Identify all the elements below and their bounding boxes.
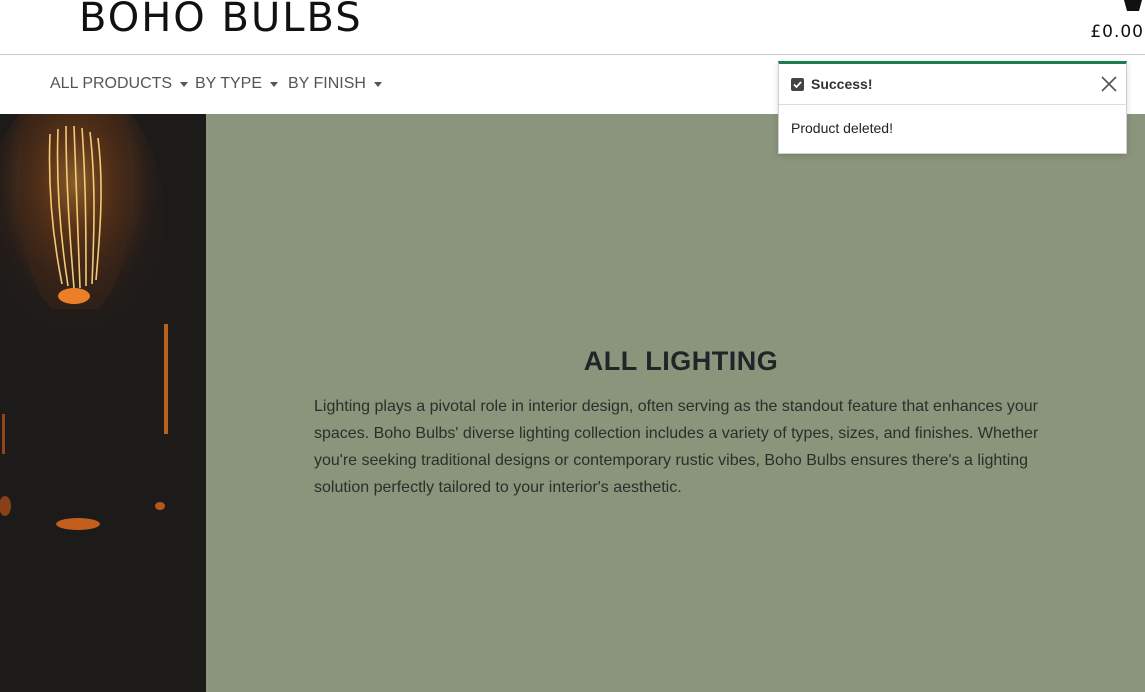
nav-by-finish-label: BY FINISH (288, 75, 366, 92)
caret-down-icon (180, 81, 189, 87)
nav-all-products[interactable]: ALL PRODUCTS (50, 75, 189, 93)
toast-header: Success! (779, 64, 1126, 105)
check-square-icon (791, 78, 804, 91)
hero-bulb-image (0, 114, 206, 692)
nav-by-finish[interactable]: BY FINISH (288, 75, 382, 93)
cart-link[interactable]: £0.00 (1085, 0, 1145, 50)
toast-message: Product deleted! (791, 120, 893, 136)
nav-all-products-label: ALL PRODUCTS (50, 75, 173, 92)
hero-section: ALL LIGHTING Lighting plays a pivotal ro… (206, 114, 1145, 692)
caret-down-icon (270, 81, 278, 87)
close-icon[interactable] (1100, 75, 1118, 93)
toast-title: Success! (811, 76, 873, 92)
success-toast: Success! Product deleted! (778, 61, 1127, 154)
edison-bulb-illustration (0, 114, 206, 692)
cart-total: £0.00 (1090, 22, 1144, 42)
hero-description: Lighting plays a pivotal role in interio… (314, 398, 1039, 496)
basket-icon (1124, 0, 1142, 11)
nav-by-type[interactable]: BY TYPE (195, 75, 278, 93)
brand-logo[interactable]: BOHO BULBS (79, 0, 363, 42)
caret-down-icon (373, 81, 382, 87)
site-header: BOHO BULBS £0.00 (0, 0, 1145, 55)
page-title: ALL LIGHTING (583, 346, 779, 376)
nav-by-type-label: BY TYPE (195, 75, 262, 92)
